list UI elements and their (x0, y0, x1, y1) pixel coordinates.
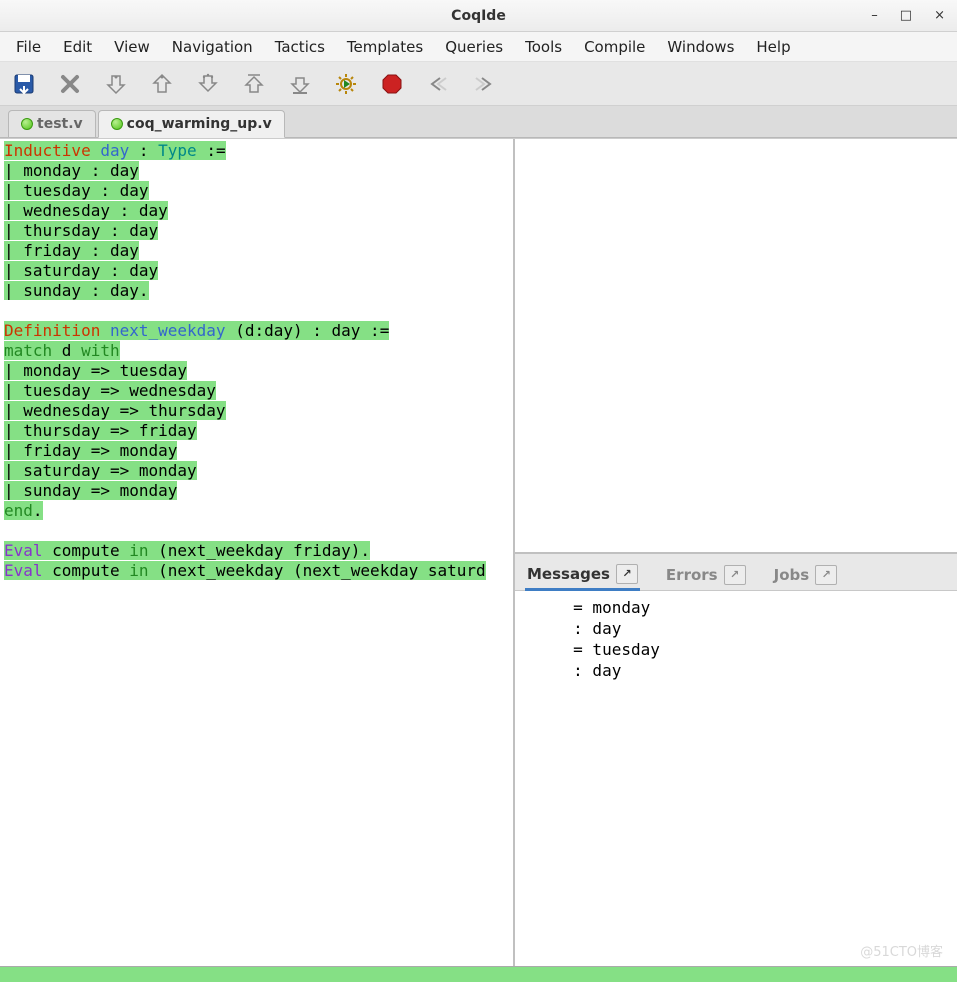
menu-navigation[interactable]: Navigation (162, 34, 263, 60)
tabbar: test.v coq_warming_up.v (0, 106, 957, 138)
back-line-icon[interactable] (240, 70, 268, 98)
output-tabs: Messages ↗ Errors ↗ Jobs ↗ (515, 554, 957, 591)
goal-pane[interactable] (515, 139, 957, 554)
output-tab-label: Jobs (774, 566, 810, 584)
output-tab-errors[interactable]: Errors ↗ (664, 561, 748, 589)
messages-output[interactable]: = monday : day = tuesday : day (515, 591, 957, 967)
menu-tactics[interactable]: Tactics (265, 34, 335, 60)
close-doc-icon[interactable] (56, 70, 84, 98)
editor-pane[interactable]: Inductive day : Type :=| monday : day| t… (0, 139, 515, 966)
menu-view[interactable]: View (104, 34, 160, 60)
menu-queries[interactable]: Queries (435, 34, 513, 60)
gear-run-icon[interactable] (332, 70, 360, 98)
minimize-button[interactable]: – (867, 6, 882, 25)
file-tab[interactable]: test.v (8, 110, 96, 137)
maximize-button[interactable]: □ (896, 6, 916, 25)
statusbar (0, 966, 957, 982)
toolbar (0, 62, 957, 106)
back-one-icon[interactable] (148, 70, 176, 98)
file-tab[interactable]: coq_warming_up.v (98, 110, 285, 138)
menubar: FileEditViewNavigationTacticsTemplatesQu… (0, 32, 957, 62)
detach-icon[interactable]: ↗ (724, 565, 746, 585)
stop-icon[interactable] (378, 70, 406, 98)
output-pane: Messages ↗ Errors ↗ Jobs ↗ = monday : day = t… (515, 554, 957, 967)
menu-edit[interactable]: Edit (53, 34, 102, 60)
undo-focus-icon[interactable] (424, 70, 452, 98)
close-button[interactable]: × (930, 6, 949, 25)
to-cursor-icon[interactable] (286, 70, 314, 98)
menu-windows[interactable]: Windows (657, 34, 744, 60)
detach-icon[interactable]: ↗ (815, 565, 837, 585)
titlebar: CoqIde – □ × (0, 0, 957, 32)
window-controls: – □ × (867, 6, 949, 25)
menu-compile[interactable]: Compile (574, 34, 655, 60)
detach-icon[interactable]: ↗ (616, 564, 638, 584)
menu-help[interactable]: Help (746, 34, 800, 60)
workspace: Inductive day : Type :=| monday : day| t… (0, 138, 957, 966)
output-tab-label: Messages (527, 565, 610, 583)
window-title: CoqIde (451, 8, 506, 24)
tab-label: coq_warming_up.v (127, 116, 272, 132)
menu-tools[interactable]: Tools (515, 34, 572, 60)
save-icon[interactable] (10, 70, 38, 98)
output-tab-label: Errors (666, 566, 718, 584)
forward-line-icon[interactable] (194, 70, 222, 98)
output-tab-messages[interactable]: Messages ↗ (525, 560, 640, 591)
menu-templates[interactable]: Templates (337, 34, 433, 60)
code-editor[interactable]: Inductive day : Type :=| monday : day| t… (0, 139, 513, 581)
forward-one-icon[interactable] (102, 70, 130, 98)
next-focus-icon[interactable] (470, 70, 498, 98)
tab-status-dot-icon (21, 118, 33, 130)
tab-status-dot-icon (111, 118, 123, 130)
right-pane: Messages ↗ Errors ↗ Jobs ↗ = monday : day = t… (515, 139, 957, 966)
output-tab-jobs[interactable]: Jobs ↗ (772, 561, 840, 589)
tab-label: test.v (37, 116, 83, 132)
menu-file[interactable]: File (6, 34, 51, 60)
